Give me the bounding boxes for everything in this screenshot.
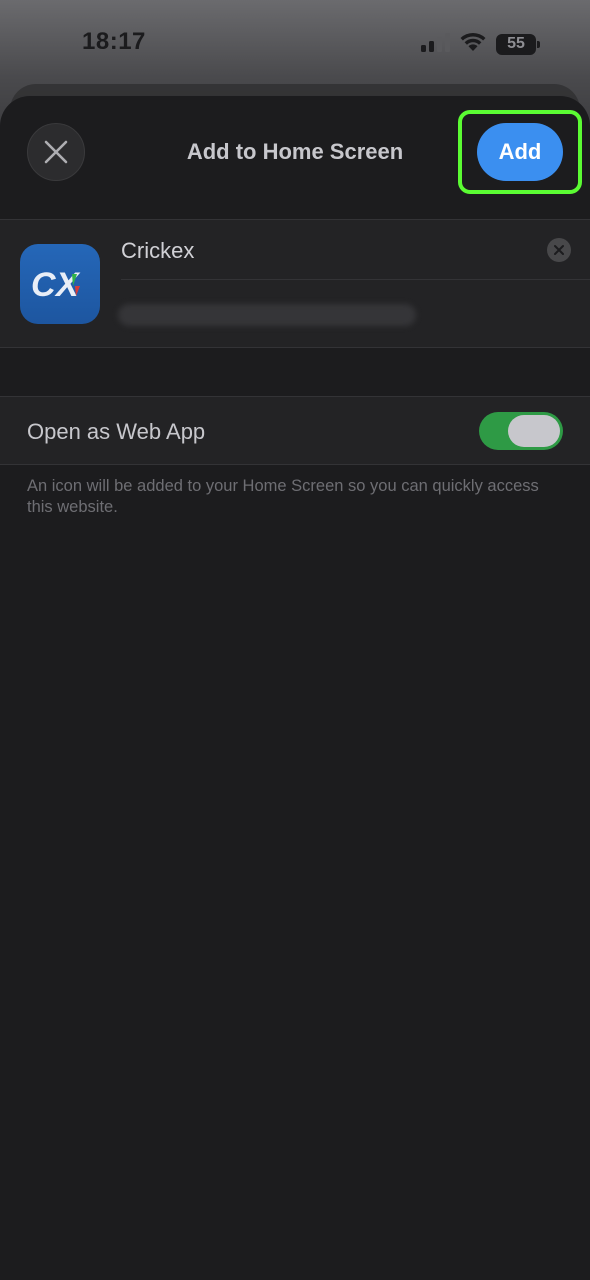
website-url-redacted [118,304,416,326]
field-divider [121,279,590,280]
wifi-icon [459,31,487,57]
status-bar: 18:17 55 [0,0,590,84]
add-button[interactable]: Add [477,123,563,181]
clear-name-button[interactable] [547,238,571,262]
battery-icon: 55 [496,33,540,55]
status-icons: 55 [420,31,540,57]
battery-level: 55 [507,35,525,52]
crickex-logo-icon: C X [31,266,81,304]
status-time: 18:17 [82,28,146,55]
footnote-text: An icon will be added to your Home Scree… [27,477,539,516]
cellular-signal-icon [420,32,450,57]
svg-text:X: X [54,266,81,304]
web-app-label: Open as Web App [27,419,206,444]
app-icon: C X [20,244,100,324]
app-info-row: C X Crickex [0,219,590,348]
toggle-knob [508,415,560,447]
app-name-input[interactable]: Crickex [121,238,194,264]
web-app-toggle[interactable] [479,412,563,450]
clear-circle-icon [554,245,564,255]
add-to-home-sheet: Add to Home Screen Add C X Crickex Open … [0,96,590,1280]
svg-text:C: C [31,266,56,304]
web-app-row: Open as Web App [0,396,590,465]
